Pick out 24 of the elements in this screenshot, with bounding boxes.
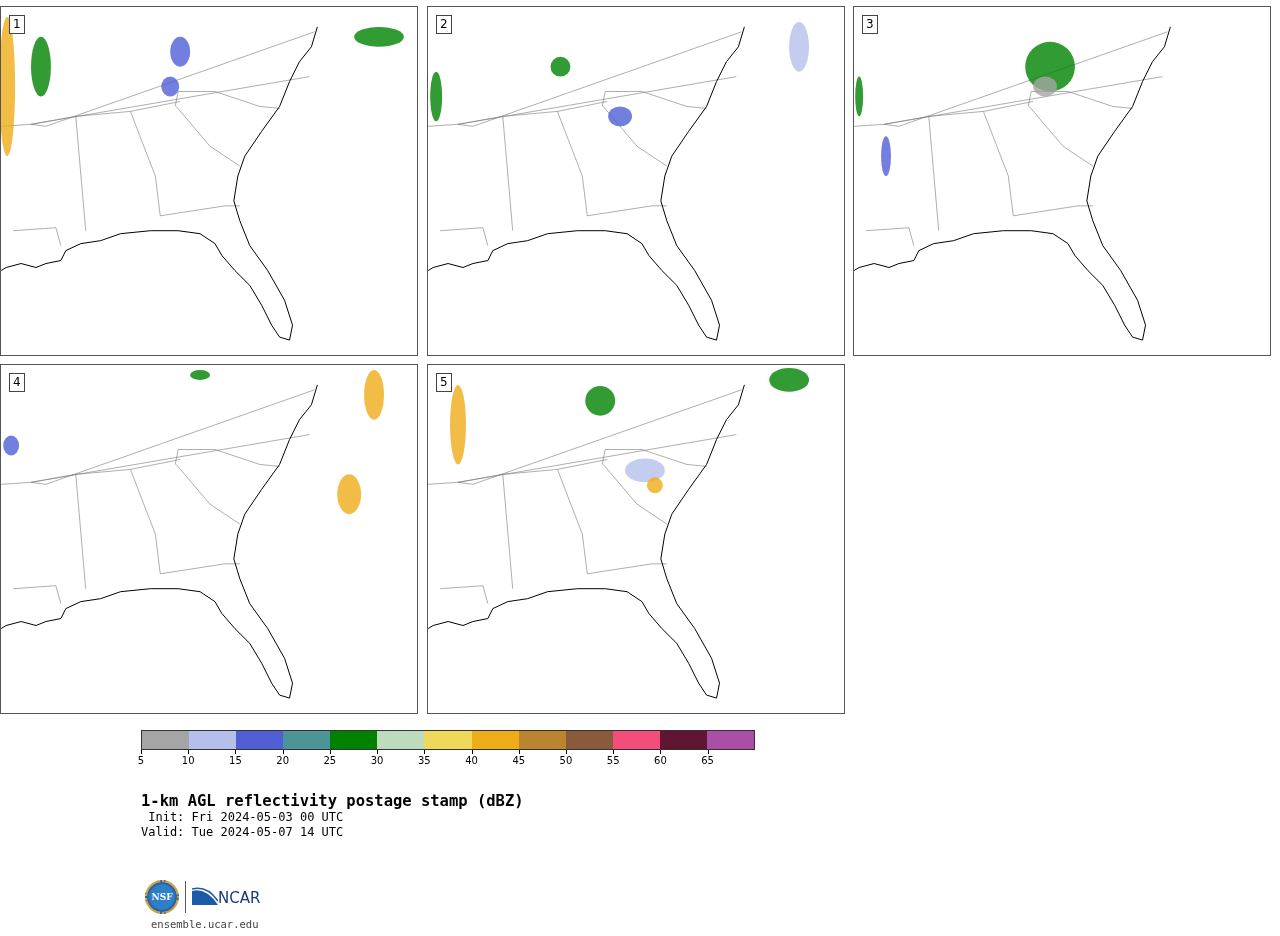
- website-url: ensemble.ucar.edu: [151, 918, 260, 930]
- tick-label: 60: [654, 755, 667, 766]
- valid-time: Valid: Tue 2024-05-07 14 UTC: [141, 825, 345, 840]
- tick-label: 25: [323, 755, 337, 766]
- tick-label: 35: [417, 755, 431, 766]
- tick-label: 20: [276, 755, 289, 766]
- tick-label: 55: [606, 755, 620, 766]
- tick-label: 5: [137, 755, 145, 766]
- tick-label: 65: [701, 755, 714, 766]
- tick-label: 10: [181, 755, 195, 766]
- nsf-logo: NSF: [145, 880, 179, 914]
- panel-number: 2: [436, 15, 452, 34]
- panel-number: 5: [436, 373, 452, 392]
- tick-label: 50: [559, 755, 573, 766]
- tick-label: 45: [512, 755, 526, 766]
- chart-title: 1-km AGL reflectivity postage stamp (dBZ): [141, 792, 525, 810]
- panel-number: 1: [9, 15, 25, 34]
- tick-label: 15: [229, 755, 242, 766]
- panel-number: 4: [9, 373, 25, 392]
- init-time: Init: Fri 2024-05-03 00 UTC: [147, 810, 345, 825]
- panel-number: 3: [862, 15, 878, 34]
- tick-label: 40: [465, 755, 478, 766]
- ncar-logo: NCAR: [192, 887, 261, 907]
- tick-label: 30: [370, 755, 384, 766]
